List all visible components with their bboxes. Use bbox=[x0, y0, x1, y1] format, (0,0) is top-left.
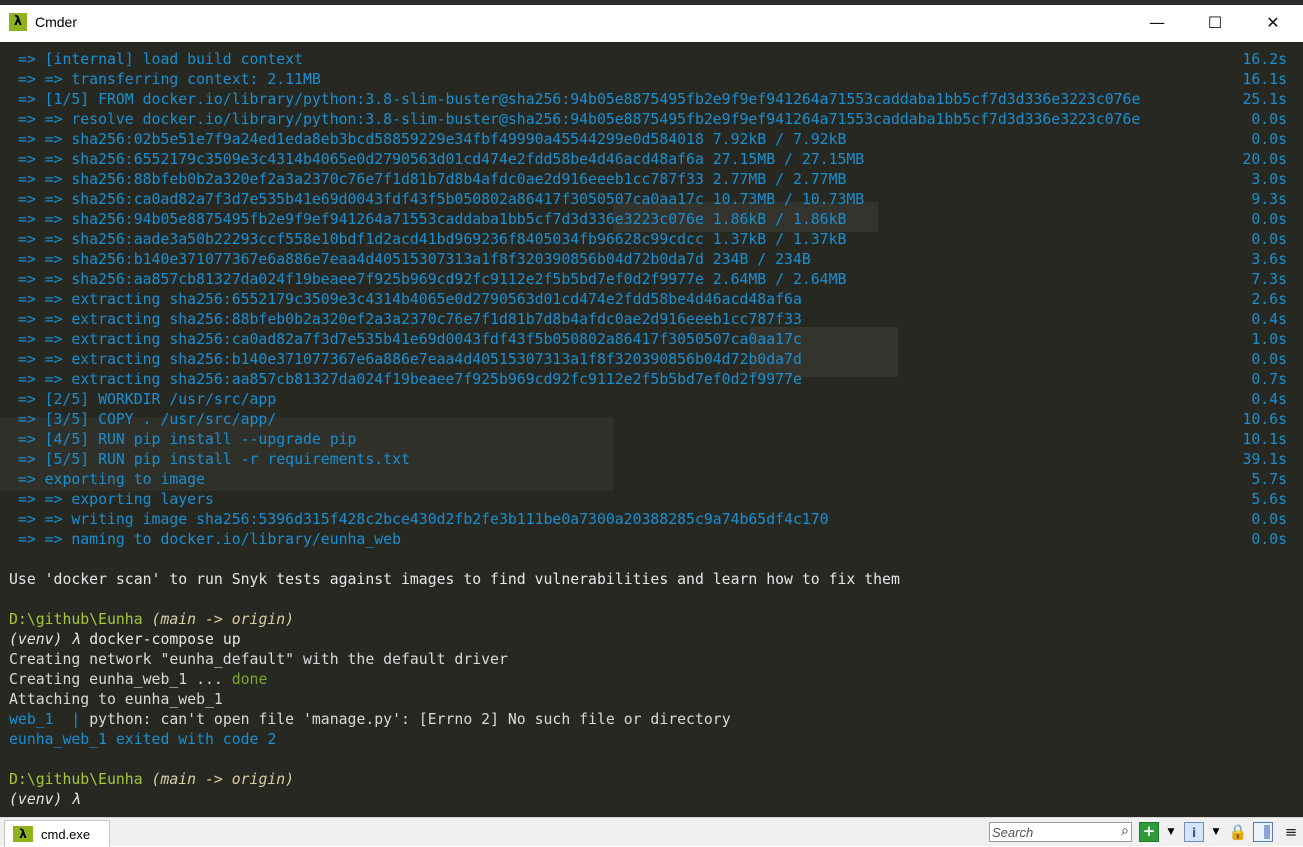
output-line: eunha_web_1 exited with code 2 bbox=[9, 731, 277, 748]
build-step-duration: 0.0s bbox=[1251, 511, 1287, 528]
build-step-line: => => sha256:02b5e51e7f9a24ed1eda8eb3bcd… bbox=[9, 131, 847, 148]
service-prefix: web_1 | bbox=[9, 711, 90, 728]
build-step-line: => [1/5] FROM docker.io/library/python:3… bbox=[9, 91, 1141, 108]
console-tab[interactable]: λ cmd.exe bbox=[4, 820, 110, 847]
build-step-duration: 10.1s bbox=[1242, 431, 1287, 448]
build-step-line: => [2/5] WORKDIR /usr/src/app bbox=[9, 391, 277, 408]
build-step-duration: 25.1s bbox=[1242, 91, 1287, 108]
build-step-duration: 0.0s bbox=[1251, 211, 1287, 228]
build-step-duration: 0.4s bbox=[1251, 311, 1287, 328]
build-step-duration: 9.3s bbox=[1251, 191, 1287, 208]
status-bar: λ cmd.exe ⌕ + ▼ i ▼ 🔒 ≡ bbox=[0, 817, 1303, 847]
minimize-button[interactable]: — bbox=[1128, 5, 1186, 42]
prompt-line: D:\github\Eunha (main -> origin) bbox=[9, 770, 294, 790]
build-step-line: => => sha256:aa857cb81327da024f19beaee7f… bbox=[9, 271, 847, 288]
build-step-line: => => sha256:ca0ad82a7f3d7e535b41e69d004… bbox=[9, 191, 865, 208]
new-console-dropdown-icon[interactable]: ▼ bbox=[1161, 822, 1181, 842]
build-step-duration: 0.0s bbox=[1251, 231, 1287, 248]
search-box[interactable]: ⌕ bbox=[989, 822, 1132, 842]
build-step-line: => => sha256:88bfeb0b2a320ef2a3a2370c76e… bbox=[9, 171, 847, 188]
tile-dropdown-icon[interactable]: ▼ bbox=[1206, 822, 1226, 842]
build-step-line: => => sha256:b140e371077367e6a886e7eaa4d… bbox=[9, 251, 811, 268]
build-step-line: => => extracting sha256:b140e371077367e6… bbox=[9, 351, 802, 368]
build-step-duration: 7.3s bbox=[1251, 271, 1287, 288]
output-line: web_1 | python: can't open file 'manage.… bbox=[9, 710, 731, 730]
build-step-duration: 0.0s bbox=[1251, 531, 1287, 548]
prompt-path: D:\github\Eunha bbox=[9, 611, 143, 628]
build-step-line: => => exporting layers bbox=[9, 491, 214, 508]
build-step-duration: 16.1s bbox=[1242, 71, 1287, 88]
git-branch: (main -> origin) bbox=[142, 771, 295, 788]
build-step-line: => => extracting sha256:ca0ad82a7f3d7e53… bbox=[9, 331, 802, 348]
build-step-line: => [4/5] RUN pip install --upgrade pip bbox=[9, 431, 357, 448]
build-step-duration: 0.0s bbox=[1251, 111, 1287, 128]
window-title: Cmder bbox=[35, 14, 78, 30]
build-step-line: => => transferring context: 2.11MB bbox=[9, 71, 321, 88]
build-step-duration: 16.2s bbox=[1242, 51, 1287, 68]
close-button[interactable]: ✕ bbox=[1244, 5, 1302, 42]
build-step-line: => => sha256:6552179c3509e3c4314b4065e0d… bbox=[9, 151, 865, 168]
title-bar[interactable]: λ Cmder — ☐ ✕ bbox=[0, 5, 1303, 43]
build-step-duration: 0.7s bbox=[1251, 371, 1287, 388]
tile-icon[interactable]: i bbox=[1184, 822, 1204, 842]
build-step-line: => [5/5] RUN pip install -r requirements… bbox=[9, 451, 410, 468]
venv-prompt: (venv) λ bbox=[9, 631, 81, 648]
maximize-button[interactable]: ☐ bbox=[1186, 5, 1244, 42]
command-text: docker-compose up bbox=[80, 631, 241, 648]
build-step-duration: 0.0s bbox=[1251, 131, 1287, 148]
build-step-line: => => resolve docker.io/library/python:3… bbox=[9, 111, 1141, 128]
build-step-line: => => extracting sha256:aa857cb81327da02… bbox=[9, 371, 802, 388]
build-step-duration: 5.6s bbox=[1251, 491, 1287, 508]
search-icon[interactable]: ⌕ bbox=[1121, 823, 1129, 839]
build-step-line: => => extracting sha256:6552179c3509e3c4… bbox=[9, 291, 802, 308]
error-text: python: can't open file 'manage.py': [Er… bbox=[89, 711, 731, 728]
lock-icon[interactable]: 🔒 bbox=[1228, 822, 1248, 842]
lambda-icon: λ bbox=[9, 13, 27, 31]
build-step-duration: 10.6s bbox=[1242, 411, 1287, 428]
build-step-line: => => sha256:94b05e8875495fb2e9f9ef94126… bbox=[9, 211, 847, 228]
lambda-icon: λ bbox=[13, 826, 33, 842]
split-panel-icon[interactable] bbox=[1253, 822, 1273, 842]
search-input[interactable] bbox=[992, 824, 1110, 840]
venv-prompt: (venv) λ bbox=[9, 791, 81, 808]
command-line[interactable]: (venv) λ bbox=[9, 790, 80, 810]
build-step-duration: 3.6s bbox=[1251, 251, 1287, 268]
output-line: Creating eunha_web_1 ... done bbox=[9, 670, 267, 690]
prompt-path: D:\github\Eunha bbox=[9, 771, 143, 788]
new-console-button[interactable]: + bbox=[1139, 822, 1159, 842]
build-step-duration: 0.0s bbox=[1251, 351, 1287, 368]
build-step-line: => exporting to image bbox=[9, 471, 205, 488]
output-line: Creating network "eunha_default" with th… bbox=[9, 651, 508, 668]
build-step-line: => => naming to docker.io/library/eunha_… bbox=[9, 531, 401, 548]
build-step-duration: 2.6s bbox=[1251, 291, 1287, 308]
build-step-duration: 1.0s bbox=[1251, 331, 1287, 348]
build-step-line: => [internal] load build context bbox=[9, 51, 303, 68]
terminal-output[interactable]: => [internal] load build context 16.2s =>… bbox=[0, 42, 1303, 817]
build-step-duration: 39.1s bbox=[1242, 451, 1287, 468]
snyk-hint: Use 'docker scan' to run Snyk tests agai… bbox=[9, 571, 900, 588]
output-text: Creating eunha_web_1 ... bbox=[9, 671, 232, 688]
menu-icon[interactable]: ≡ bbox=[1281, 822, 1301, 842]
build-step-line: => [3/5] COPY . /usr/src/app/ bbox=[9, 411, 277, 428]
build-step-line: => => writing image sha256:5396d315f428c… bbox=[9, 511, 829, 528]
done-status: done bbox=[231, 671, 268, 688]
build-step-duration: 5.7s bbox=[1251, 471, 1287, 488]
build-step-line: => => sha256:aade3a50b22293ccf558e10bdf1… bbox=[9, 231, 847, 248]
git-branch: (main -> origin) bbox=[142, 611, 295, 628]
build-step-duration: 20.0s bbox=[1242, 151, 1287, 168]
prompt-line: D:\github\Eunha (main -> origin) bbox=[9, 610, 294, 630]
build-step-line: => => extracting sha256:88bfeb0b2a320ef2… bbox=[9, 311, 802, 328]
tab-label: cmd.exe bbox=[41, 827, 91, 842]
command-line: (venv) λ docker-compose up bbox=[9, 630, 241, 650]
build-step-duration: 3.0s bbox=[1251, 171, 1287, 188]
output-line: Attaching to eunha_web_1 bbox=[9, 691, 223, 708]
build-step-duration: 0.4s bbox=[1251, 391, 1287, 408]
